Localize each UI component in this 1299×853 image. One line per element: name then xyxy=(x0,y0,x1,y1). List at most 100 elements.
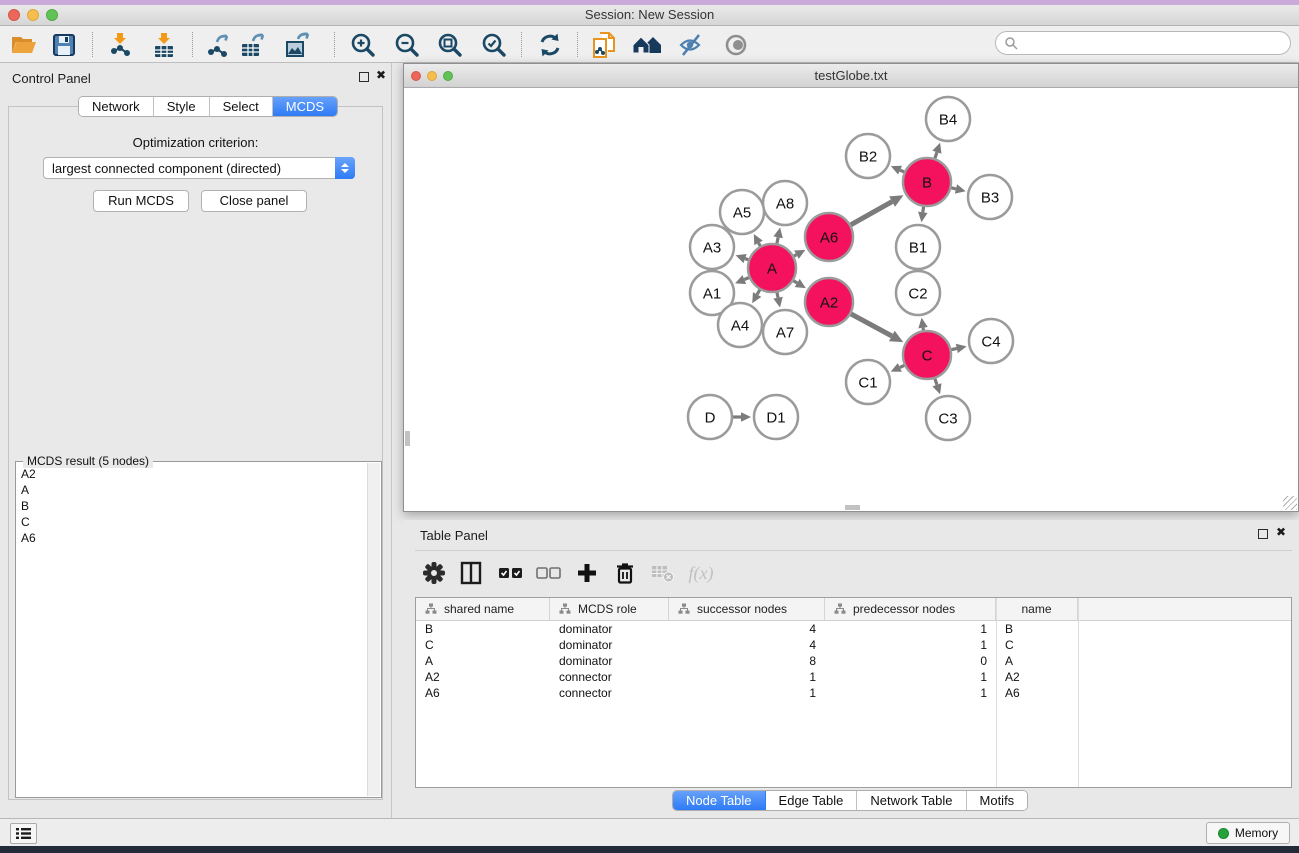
select-all-checkboxes-icon[interactable] xyxy=(494,556,528,590)
tab-style[interactable]: Style xyxy=(154,97,210,116)
tab-mcds[interactable]: MCDS xyxy=(273,97,337,116)
graph-edge-C-C4[interactable] xyxy=(951,348,956,349)
close-window-button[interactable] xyxy=(8,9,20,21)
import-network-icon[interactable] xyxy=(103,29,137,60)
result-list-scrollbar[interactable] xyxy=(367,463,380,796)
column-header-shared-name[interactable]: shared name xyxy=(416,598,550,620)
search-field[interactable] xyxy=(995,31,1291,55)
table-cell[interactable]: 4 xyxy=(669,637,825,653)
graph-edge-A-A7[interactable] xyxy=(777,292,778,297)
graph-edge-C-C1[interactable] xyxy=(900,365,904,367)
graph-edge-A-A5[interactable] xyxy=(759,243,761,246)
home-icon[interactable] xyxy=(630,29,664,60)
zoom-selected-icon[interactable] xyxy=(477,29,511,60)
graph-edge-A-A4[interactable] xyxy=(757,290,760,295)
table-cell[interactable]: dominator xyxy=(550,653,669,669)
table-cell[interactable]: A2 xyxy=(996,669,1078,685)
zoom-window-button[interactable] xyxy=(46,9,58,21)
optimization-criterion-dropdown[interactable]: largest connected component (directed) xyxy=(43,157,355,179)
export-network-icon[interactable] xyxy=(201,29,235,60)
tab-network-table[interactable]: Network Table xyxy=(857,791,966,810)
graph-edge-C-C3[interactable] xyxy=(935,379,937,385)
zoom-fit-icon[interactable] xyxy=(433,29,467,60)
table-cell[interactable]: A xyxy=(996,653,1078,669)
copy-network-document-icon[interactable] xyxy=(587,29,621,60)
table-cell[interactable]: B xyxy=(996,621,1078,637)
run-mcds-button[interactable]: Run MCDS xyxy=(93,190,189,212)
zoom-out-icon[interactable] xyxy=(390,29,424,60)
table-cell[interactable]: A6 xyxy=(416,685,550,701)
result-item[interactable]: A xyxy=(17,482,367,498)
mcds-result-list[interactable]: A2ABCA6 xyxy=(17,466,367,796)
tab-edge-table[interactable]: Edge Table xyxy=(766,791,858,810)
settings-gear-icon[interactable] xyxy=(417,556,451,590)
graph-edge-A-A3[interactable] xyxy=(745,259,748,260)
import-table-icon[interactable] xyxy=(147,29,181,60)
graph-edge-B-B1[interactable] xyxy=(923,207,924,213)
zoom-in-icon[interactable] xyxy=(346,29,380,60)
table-cell[interactable]: A xyxy=(416,653,550,669)
add-row-icon[interactable] xyxy=(570,556,604,590)
column-header-successor-nodes[interactable]: successor nodes xyxy=(669,598,825,620)
table-cell[interactable]: C xyxy=(416,637,550,653)
table-cell[interactable]: A6 xyxy=(996,685,1078,701)
table-cell[interactable]: 1 xyxy=(825,685,996,701)
tab-select[interactable]: Select xyxy=(210,97,273,116)
refresh-icon[interactable] xyxy=(533,29,567,60)
minimize-window-button[interactable] xyxy=(27,9,39,21)
result-item[interactable]: A2 xyxy=(17,466,367,482)
table-cell[interactable]: connector xyxy=(550,669,669,685)
network-horizontal-scroll-thumb[interactable] xyxy=(845,505,860,510)
network-minimize-button[interactable] xyxy=(427,71,437,81)
window-resize-grip[interactable] xyxy=(1283,496,1297,510)
column-header-name[interactable]: name xyxy=(996,598,1078,620)
memory-button[interactable]: Memory xyxy=(1206,822,1290,844)
network-graph[interactable]: B4B2BB3A8A5A6A3B1AA1C2A2A4A7C4CC1C3DD1 xyxy=(404,88,1298,511)
table-cell[interactable]: 1 xyxy=(825,637,996,653)
table-row[interactable]: Bdominator41B xyxy=(416,621,1291,637)
graph-edge-A2-C[interactable] xyxy=(851,314,892,336)
show-graphics-details-icon[interactable] xyxy=(719,29,753,60)
graph-edge-A6-B[interactable] xyxy=(851,202,892,225)
graph-edge-B-B4[interactable] xyxy=(935,152,937,158)
table-row[interactable]: Cdominator41C xyxy=(416,637,1291,653)
table-body[interactable]: Bdominator41BCdominator41CAdominator80AA… xyxy=(416,621,1291,787)
table-cell[interactable]: C xyxy=(996,637,1078,653)
search-input[interactable] xyxy=(1018,34,1290,52)
column-header-mcds-role[interactable]: MCDS role xyxy=(550,598,669,620)
save-icon[interactable] xyxy=(47,29,81,60)
table-cell[interactable]: B xyxy=(416,621,550,637)
table-row[interactable]: A2connector11A2 xyxy=(416,669,1291,685)
hide-graphics-details-icon[interactable] xyxy=(675,29,709,60)
table-cell[interactable]: 4 xyxy=(669,621,825,637)
close-panel-button[interactable]: Close panel xyxy=(201,190,307,212)
table-cell[interactable]: connector xyxy=(550,685,669,701)
graph-edge-A-A1[interactable] xyxy=(744,278,749,280)
network-vertical-scroll-thumb[interactable] xyxy=(405,431,410,446)
graph-edge-A-A2[interactable] xyxy=(793,281,797,283)
column-selector-icon[interactable] xyxy=(454,556,488,590)
table-cell[interactable]: 1 xyxy=(669,669,825,685)
table-row[interactable]: A6connector11A6 xyxy=(416,685,1291,701)
table-cell[interactable]: A2 xyxy=(416,669,550,685)
export-table-icon[interactable] xyxy=(235,29,269,60)
graph-edge-B-B2[interactable] xyxy=(900,170,904,172)
table-cell[interactable]: 8 xyxy=(669,653,825,669)
delete-row-icon[interactable] xyxy=(608,556,642,590)
table-row[interactable]: Adominator80A xyxy=(416,653,1291,669)
tab-node-table[interactable]: Node Table xyxy=(673,791,766,810)
task-history-button[interactable] xyxy=(10,823,37,844)
tab-network[interactable]: Network xyxy=(79,97,154,116)
graph-edge-A-A6[interactable] xyxy=(794,255,797,256)
open-folder-icon[interactable] xyxy=(7,29,41,60)
close-table-panel-icon[interactable]: ✖ xyxy=(1276,525,1286,539)
float-table-panel-icon[interactable] xyxy=(1258,529,1268,539)
graph-edge-B-B3[interactable] xyxy=(951,188,956,189)
column-header-predecessor-nodes[interactable]: predecessor nodes xyxy=(825,598,996,620)
tab-motifs[interactable]: Motifs xyxy=(967,791,1028,810)
result-item[interactable]: C xyxy=(17,514,367,530)
float-panel-icon[interactable] xyxy=(359,72,369,82)
table-cell[interactable]: 1 xyxy=(825,669,996,685)
export-image-icon[interactable] xyxy=(280,29,314,60)
graph-edge-A-A8[interactable] xyxy=(777,237,778,243)
